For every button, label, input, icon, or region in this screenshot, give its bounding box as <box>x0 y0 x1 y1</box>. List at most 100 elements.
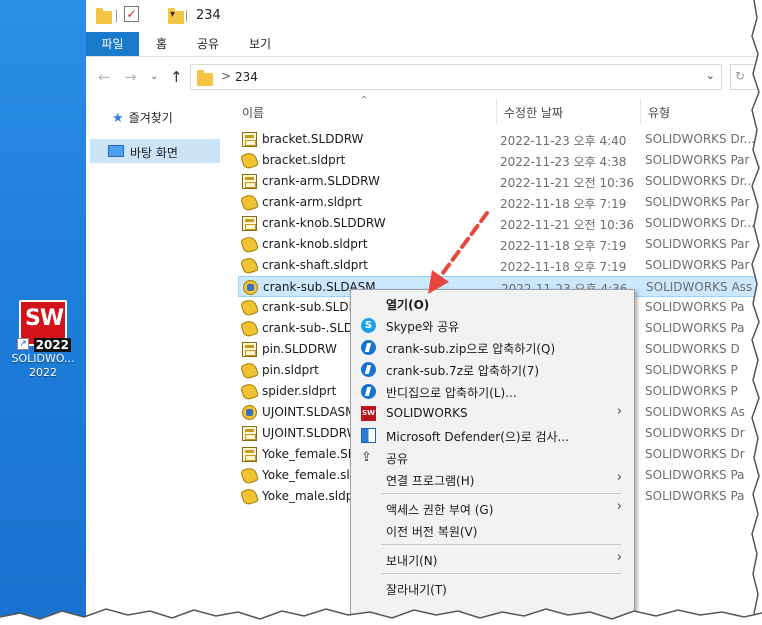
nav-item-favorites[interactable]: ★ 즐겨찾기 <box>112 109 173 126</box>
menu-item-give-access[interactable]: 액세스 권한 부여 (G) › <box>353 497 632 519</box>
breadcrumb-separator-icon: > <box>221 69 232 83</box>
menu-item-send-to[interactable]: 보내기(N) › <box>353 548 632 570</box>
window-title: 234 <box>196 8 221 23</box>
file-date: 2022-11-18 오후 7:19 <box>500 239 627 253</box>
column-header-name[interactable]: 이름 <box>242 104 264 121</box>
table-row[interactable]: bracket.sldprt 2022-11-23 오후 4:38 SOLIDWOR… <box>238 150 758 171</box>
menu-item-defender-scan[interactable]: Microsoft Defender(으)로 검사... <box>353 424 632 446</box>
desktop-background: SW 2022 ↗ SOLIDWO... 2022 <box>0 0 86 625</box>
part-file-icon <box>240 256 259 275</box>
file-name: crank-shaft.sldprt <box>262 258 368 272</box>
forward-arrow-icon[interactable]: → <box>124 68 137 86</box>
assembly-file-icon <box>242 405 257 420</box>
table-row[interactable]: crank-arm.SLDDRW 2022-11-21 오전 10:36 SOLID… <box>238 171 758 192</box>
file-type: SOLIDWORKS Par <box>645 237 750 251</box>
tab-file[interactable]: 파일 <box>86 32 139 56</box>
drawing-file-icon <box>242 216 257 231</box>
submenu-chevron-icon: › <box>616 499 622 514</box>
menu-separator <box>381 493 621 494</box>
properties-icon[interactable]: ✓ <box>124 6 139 22</box>
menu-separator <box>381 544 621 545</box>
menu-item-cut[interactable]: 잘라내기(T) <box>353 577 632 599</box>
file-type: SOLIDWORKS Par <box>645 153 750 167</box>
file-name: pin.SLDDRW <box>262 342 337 356</box>
column-divider[interactable] <box>640 99 641 123</box>
file-date: 2022-11-23 오후 4:40 <box>500 134 627 148</box>
table-row[interactable]: bracket.SLDDRW 2022-11-23 오후 4:40 SOLIDWOR… <box>238 129 758 150</box>
menu-item-label: Skype와 공유 <box>386 320 460 334</box>
file-name: bracket.SLDDRW <box>262 132 364 146</box>
title-bar: ✓ ▾ 234 <box>86 0 762 32</box>
menu-item-compress-zip[interactable]: crank-sub.zip으로 압축하기(Q) <box>353 336 632 358</box>
solidworks-logo-year: 2022 <box>33 338 71 352</box>
breadcrumb-folder[interactable]: 234 <box>235 70 258 84</box>
torn-edge-decoration <box>0 608 762 625</box>
file-name: Yoke_female.SLD <box>262 447 364 461</box>
file-name: crank-arm.sldprt <box>262 195 362 209</box>
recent-locations-chevron-icon[interactable]: ⌄ <box>150 71 158 82</box>
drawing-file-icon <box>242 426 257 441</box>
navigation-pane: ★ 즐겨찾기 바탕 화면 <box>86 97 224 625</box>
file-date: 2022-11-21 오전 10:36 <box>500 218 635 232</box>
address-input[interactable]: > 234 ⌄ <box>190 64 722 90</box>
menu-item-label: 열기(O) <box>386 298 430 312</box>
file-explorer-window: ✓ ▾ 234 파일 홈 공유 보기 ← → ⌄ ↑ > 234 ⌄ ↻ ★ 즐겨… <box>86 0 762 625</box>
back-arrow-icon[interactable]: ← <box>98 68 111 86</box>
nav-item-label: 즐겨찾기 <box>128 111 173 125</box>
file-type: SOLIDWORKS Par <box>645 195 750 209</box>
table-row[interactable]: crank-arm.sldprt 2022-11-18 오후 7:19 SOLIDW… <box>238 192 758 213</box>
part-file-icon <box>240 361 259 380</box>
desktop-shortcut-label: SOLIDWO... 2022 <box>11 352 75 379</box>
part-file-icon <box>240 235 259 254</box>
menu-item-open-with[interactable]: 연결 프로그램(H) › <box>353 468 632 490</box>
column-divider[interactable] <box>496 99 497 123</box>
file-date: 2022-11-23 오후 4:38 <box>500 155 627 169</box>
table-row[interactable]: crank-knob.SLDDRW 2022-11-21 오전 10:36 SOLI… <box>238 213 758 234</box>
menu-item-skype-share[interactable]: S Skype와 공유 <box>353 314 632 336</box>
drawing-file-icon <box>242 174 257 189</box>
tab-share[interactable]: 공유 <box>197 32 219 56</box>
column-header-date[interactable]: 수정한 날짜 <box>504 104 563 121</box>
menu-separator <box>381 573 621 574</box>
file-type: SOLIDWORKS Dr <box>645 447 745 461</box>
nav-item-label: 바탕 화면 <box>130 146 178 160</box>
solidworks-desktop-shortcut[interactable]: SW 2022 ↗ SOLIDWO... 2022 <box>6 300 80 380</box>
column-header-type[interactable]: 유형 <box>648 104 670 121</box>
file-type: SOLIDWORKS D <box>645 342 740 356</box>
file-type: SOLIDWORKS Dr <box>645 426 745 440</box>
part-file-icon <box>240 382 259 401</box>
folder-icon <box>96 8 112 24</box>
separator <box>116 10 117 22</box>
file-date: 2022-11-18 오후 7:19 <box>500 197 627 211</box>
table-row[interactable]: crank-shaft.sldprt 2022-11-18 오후 7:19 SOLI… <box>238 255 758 276</box>
file-name: UJOINT.SLDDRW <box>262 426 359 440</box>
up-arrow-icon[interactable]: ↑ <box>170 68 183 86</box>
menu-item-solidworks[interactable]: SW SOLIDWORKS › <box>353 402 632 424</box>
menu-item-restore-versions[interactable]: 이전 버전 복원(V) <box>353 519 632 541</box>
nav-item-desktop[interactable]: 바탕 화면 <box>90 139 220 163</box>
shortcut-arrow-icon: ↗ <box>17 338 29 350</box>
menu-item-label: 잘라내기(T) <box>386 583 447 597</box>
submenu-chevron-icon: › <box>616 550 622 565</box>
menu-item-label: SOLIDWORKS <box>386 406 468 420</box>
separator <box>186 10 187 22</box>
menu-item-share[interactable]: ⇪ 공유 <box>353 446 632 468</box>
tab-view[interactable]: 보기 <box>249 32 271 56</box>
file-type: SOLIDWORKS Dr... <box>645 174 755 188</box>
file-name: crank-sub.SLDPI <box>262 300 360 314</box>
menu-item-open[interactable]: 열기(O) <box>353 292 632 314</box>
sort-ascending-icon: ⌃ <box>360 95 369 106</box>
menu-item-bandizip[interactable]: 반디집으로 압축하기(L)... <box>353 380 632 402</box>
part-file-icon <box>240 151 259 170</box>
tab-home[interactable]: 홈 <box>156 32 167 56</box>
share-icon: ⇪ <box>361 450 372 465</box>
file-type: SOLIDWORKS Ass <box>646 280 753 294</box>
file-type: SOLIDWORKS P <box>645 363 738 377</box>
solidworks-icon: SW <box>361 406 376 421</box>
quick-access-dropdown-icon[interactable]: ▾ <box>170 9 175 20</box>
menu-item-label: 액세스 권한 부여 (G) <box>386 503 494 517</box>
address-dropdown-icon[interactable]: ⌄ <box>706 69 715 82</box>
menu-item-compress-7z[interactable]: crank-sub.7z로 압축하기(7) <box>353 358 632 380</box>
file-type: SOLIDWORKS Pa <box>645 321 745 335</box>
table-row[interactable]: crank-knob.sldprt 2022-11-18 오후 7:19 SOLID… <box>238 234 758 255</box>
